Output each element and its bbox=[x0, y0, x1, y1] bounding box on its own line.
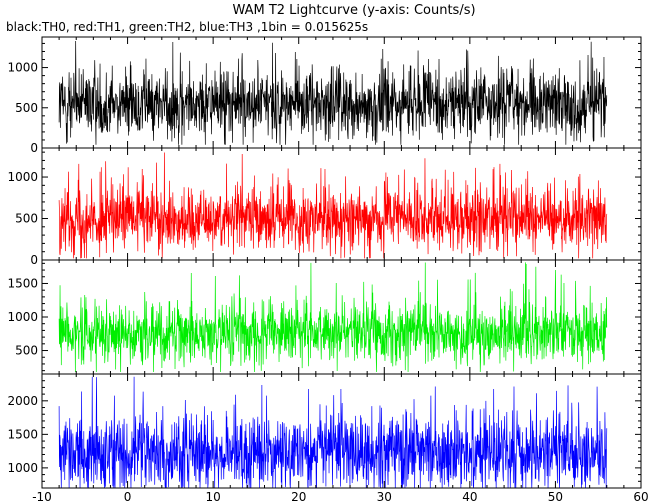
y-tick-label: 1000 bbox=[7, 61, 38, 75]
y-tick-label: 1000 bbox=[7, 461, 38, 475]
x-tick-label: 40 bbox=[462, 490, 477, 504]
y-tick-label: 1000 bbox=[7, 170, 38, 184]
x-tick-label: 20 bbox=[291, 490, 306, 504]
y-tick-label: 500 bbox=[15, 212, 38, 226]
y-tick-label: 1500 bbox=[7, 427, 38, 441]
y-tick-label: 0 bbox=[30, 141, 38, 155]
x-tick-label: 30 bbox=[377, 490, 392, 504]
y-tick-label: 500 bbox=[15, 344, 38, 358]
x-tick-label: 0 bbox=[124, 490, 132, 504]
y-tick-label: 1000 bbox=[7, 310, 38, 324]
y-tick-label: 500 bbox=[15, 101, 38, 115]
lightcurve-figure: WAM T2 Lightcurve (y-axis: Counts/s) bla… bbox=[0, 0, 657, 504]
y-tick-label: 2000 bbox=[7, 394, 38, 408]
x-tick-label: 10 bbox=[206, 490, 221, 504]
y-tick-label: 1500 bbox=[7, 276, 38, 290]
x-tick-label: 60 bbox=[633, 490, 648, 504]
y-tick-label: 0 bbox=[30, 253, 38, 267]
x-tick-label: 50 bbox=[548, 490, 563, 504]
chart-title: WAM T2 Lightcurve (y-axis: Counts/s) bbox=[232, 3, 475, 18]
x-tick-label: -10 bbox=[32, 490, 52, 504]
chart-subtitle: black:TH0, red:TH1, green:TH2, blue:TH3 … bbox=[6, 20, 368, 34]
